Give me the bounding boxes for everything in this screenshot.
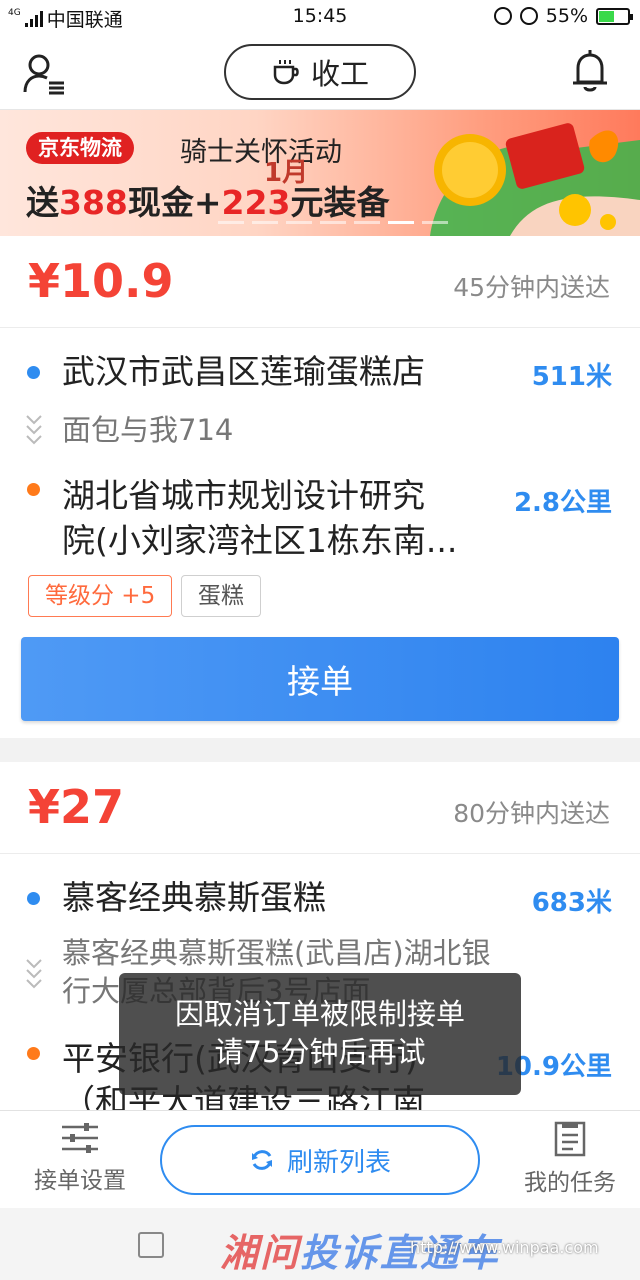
- toast-line1: 因取消订单被限制接单: [174, 997, 465, 1031]
- banner-illustration: [430, 123, 640, 236]
- refresh-list-button[interactable]: 刷新列表: [160, 1125, 480, 1195]
- battery-fill: [599, 10, 615, 22]
- banner-headline: 送388现金+223元装备: [26, 176, 389, 224]
- delivery-time: 45分钟内送达: [453, 273, 610, 302]
- banner-cash-amount: 388: [59, 183, 128, 222]
- pickup-dot: [27, 892, 40, 905]
- dropoff-distance: 2.8公里: [513, 488, 612, 518]
- refresh-icon: [251, 1150, 272, 1170]
- my-tasks-label: 我的任务: [524, 1170, 616, 1196]
- battery-icon: [596, 7, 633, 25]
- banner-subtitle: 骑士关怀活动: [180, 137, 342, 168]
- screen: 4G 中国联通 15:45 55% 收工 京东物流 骑士关怀活动 送388现金+…: [0, 0, 640, 1280]
- pager-dot: [218, 221, 244, 224]
- off-work-label: 收工: [310, 57, 369, 91]
- order-price: ¥10.9: [28, 254, 174, 308]
- dropoff-dot: [27, 483, 40, 496]
- banner-pager: [218, 221, 448, 224]
- order-settings-button[interactable]: 接单设置: [20, 1121, 140, 1195]
- pager-dot: [422, 221, 448, 224]
- bottom-bar: 接单设置 刷新列表 我的任务: [0, 1110, 640, 1208]
- recent-apps-button[interactable]: [138, 1232, 164, 1258]
- user-menu-icon[interactable]: [22, 52, 66, 96]
- watermark-url: http://www.winpaa.com: [410, 1238, 599, 1257]
- dropoff-address-line2: 院(小刘家湾社区1栋东南...: [62, 521, 458, 560]
- my-tasks-button[interactable]: 我的任务: [510, 1121, 630, 1197]
- alarm-icon: [519, 7, 538, 25]
- banner-headline-middle: 现金+: [127, 183, 222, 222]
- delivery-time: 80分钟内送达: [453, 799, 610, 828]
- pager-dot-active: [388, 221, 414, 224]
- app-header: 收工: [0, 34, 640, 110]
- pickup-name: 慕客经典慕斯蛋糕: [62, 878, 326, 917]
- banner-headline-prefix: 送: [26, 183, 59, 222]
- status-bar: 4G 中国联通 15:45 55%: [0, 0, 640, 34]
- pager-dot: [354, 221, 380, 224]
- clipboard-icon: [554, 1121, 586, 1157]
- pickup-detail: 面包与我714: [62, 413, 234, 447]
- refresh-list-label: 刷新列表: [286, 1147, 391, 1178]
- pickup-dot: [27, 366, 40, 379]
- month-badge: 1月: [264, 158, 309, 188]
- pickup-distance: 683米: [531, 888, 612, 918]
- system-nav-bar: 湘问投诉直通车 http://www.winpaa.com: [0, 1208, 640, 1280]
- order-settings-label: 接单设置: [34, 1168, 126, 1194]
- chevron-down-icon: [26, 959, 42, 989]
- lock-rotation-icon: [493, 7, 512, 25]
- battery-percent: 55%: [545, 5, 588, 27]
- pickup-detail-line1: 慕客经典慕斯蛋糕(武昌店)湖北银: [62, 936, 491, 970]
- pickup-name: 武汉市武昌区莲瑜蛋糕店: [62, 352, 425, 391]
- dropoff-address-line1: 湖北省城市规划设计研究: [62, 476, 425, 515]
- pickup-distance: 511米: [531, 362, 612, 392]
- order-price-row: ¥10.9 45分钟内送达: [0, 236, 640, 328]
- dropoff-dot: [27, 1047, 40, 1060]
- accept-order-button[interactable]: 接单: [21, 637, 619, 721]
- coffee-cup-icon: [273, 60, 299, 85]
- watermark-red-text: 湘问: [220, 1231, 301, 1275]
- toast-message: 因取消订单被限制接单 请75分钟后再试: [119, 973, 521, 1095]
- order-price-row: ¥27 80分钟内送达: [0, 762, 640, 854]
- level-score-tag: 等级分 +5: [28, 575, 173, 617]
- off-work-button[interactable]: 收工: [224, 44, 416, 100]
- bell-icon[interactable]: [570, 48, 610, 94]
- promo-banner[interactable]: 京东物流 骑士关怀活动 送388现金+223元装备 1月: [0, 110, 640, 236]
- category-tag: 蛋糕: [181, 575, 261, 617]
- pager-dot: [320, 221, 346, 224]
- banner-tag: 京东物流: [26, 132, 134, 164]
- order-price: ¥27: [28, 780, 125, 834]
- order-card: ¥10.9 45分钟内送达 武汉市武昌区莲瑜蛋糕店 511米 面包与我714 湖…: [0, 236, 640, 738]
- chevron-down-icon: [26, 415, 42, 445]
- sliders-icon: [62, 1123, 98, 1153]
- pager-dot: [286, 221, 312, 224]
- status-right: 55%: [493, 5, 633, 27]
- pager-dot: [252, 221, 278, 224]
- toast-line2: 请75分钟后再试: [214, 1035, 426, 1069]
